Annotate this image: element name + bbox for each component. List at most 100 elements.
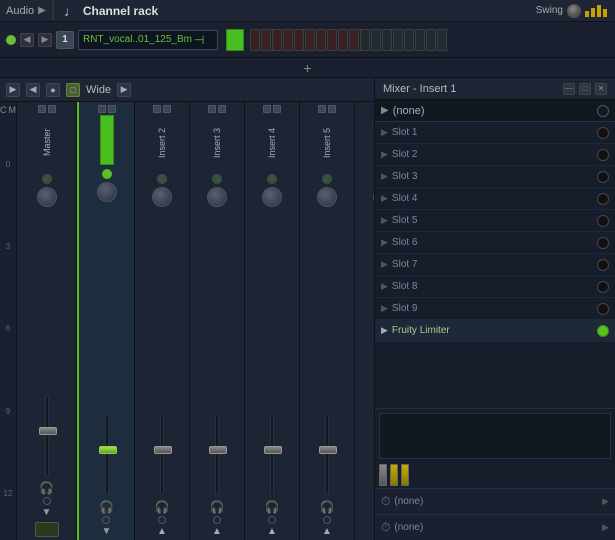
slot-6[interactable]: ▶ Slot 6 (375, 232, 615, 254)
strip-knob[interactable] (152, 187, 172, 207)
fader-handle[interactable] (209, 446, 227, 454)
pcell[interactable] (437, 29, 447, 51)
green-dot[interactable] (6, 35, 16, 45)
down-arrow-icon[interactable]: ▼ (42, 507, 52, 518)
m-btn[interactable] (218, 105, 226, 113)
slot-circle[interactable] (597, 303, 609, 315)
c-btn[interactable] (38, 105, 46, 113)
mini-fader-2[interactable] (390, 464, 398, 486)
send-btn[interactable] (102, 169, 112, 179)
arrow-btn[interactable]: ▶ (117, 83, 131, 97)
slot-circle[interactable] (597, 281, 609, 293)
slot-circle-active[interactable] (597, 325, 609, 337)
pcell[interactable] (349, 29, 359, 51)
small-circle[interactable] (102, 516, 110, 524)
fader-handle[interactable] (39, 427, 57, 435)
green-rect[interactable] (226, 29, 244, 51)
strip-knob[interactable] (317, 187, 337, 207)
strip-knob[interactable] (262, 187, 282, 207)
pcell[interactable] (327, 29, 337, 51)
channel-strip-insert6[interactable]: Insert 6 🎧 ▲ (355, 102, 374, 540)
fader-handle[interactable] (99, 446, 117, 454)
channel-strip-insert5[interactable]: Insert 5 🎧 ▲ (300, 102, 355, 540)
pcell[interactable] (404, 29, 414, 51)
up-arrow-icon[interactable]: ▲ (157, 526, 167, 537)
up-arrow-icon[interactable]: ▲ (322, 526, 332, 537)
headphone-icon[interactable]: 🎧 (155, 500, 170, 514)
headphone-icon[interactable]: 🎧 (320, 500, 335, 514)
headphone-off[interactable]: 🎧 (210, 500, 225, 514)
slot-circle[interactable] (597, 215, 609, 227)
track-name-box[interactable]: RNT_vocal..01_125_Bm ⊣ (78, 30, 218, 50)
small-circle[interactable] (323, 516, 331, 524)
slot-8[interactable]: ▶ Slot 8 (375, 276, 615, 298)
audio-arrow[interactable]: ▶ (38, 5, 46, 16)
channel-strip-insert4[interactable]: Insert 4 🎧 ▲ (245, 102, 300, 540)
c-btn[interactable] (208, 105, 216, 113)
link-btn[interactable]: □ (66, 83, 80, 97)
c-btn[interactable] (318, 105, 326, 113)
pcell[interactable] (305, 29, 315, 51)
minimize-btn[interactable]: — (563, 83, 575, 95)
small-circle[interactable] (43, 497, 51, 505)
strip-knob[interactable] (373, 187, 375, 207)
play-btn[interactable]: ▶ (6, 83, 20, 97)
channel-strip-insert3[interactable]: Insert 3 🎧 ▲ (190, 102, 245, 540)
slot-7[interactable]: ▶ Slot 7 (375, 254, 615, 276)
send-btn[interactable] (267, 174, 277, 184)
c-btn[interactable] (153, 105, 161, 113)
insert-circle[interactable] (597, 105, 609, 117)
mini-fader-3[interactable] (401, 464, 409, 486)
slot-circle[interactable] (597, 259, 609, 271)
pcell[interactable] (382, 29, 392, 51)
channel-strip-insert1[interactable]: 🎧 ▼ (77, 102, 135, 540)
prev-btn[interactable]: ◀ (26, 83, 40, 97)
strip-knob[interactable] (37, 187, 57, 207)
pcell[interactable] (338, 29, 348, 51)
up-arrow-icon[interactable]: ▲ (212, 526, 222, 537)
headphone-icon[interactable]: 🎧 (99, 500, 114, 514)
rec-btn[interactable]: ● (46, 83, 60, 97)
m-btn[interactable] (328, 105, 336, 113)
slot-fruity-limiter[interactable]: ▶ Fruity Limiter (375, 320, 615, 342)
pcell[interactable] (371, 29, 381, 51)
pcell[interactable] (360, 29, 370, 51)
small-circle[interactable] (158, 516, 166, 524)
send-btn[interactable] (42, 174, 52, 184)
send-btn[interactable] (157, 174, 167, 184)
headphone-icon[interactable]: 🎧 (39, 481, 54, 495)
pcell[interactable] (272, 29, 282, 51)
pcell[interactable] (316, 29, 326, 51)
slot-5[interactable]: ▶ Slot 5 (375, 210, 615, 232)
slot-1[interactable]: ▶ Slot 1 (375, 122, 615, 144)
fader-handle[interactable] (154, 446, 172, 454)
pcell[interactable] (250, 29, 260, 51)
pcell[interactable] (393, 29, 403, 51)
c-btn[interactable] (98, 105, 106, 113)
slot-circle[interactable] (597, 237, 609, 249)
slot-circle[interactable] (597, 193, 609, 205)
slot-4[interactable]: ▶ Slot 4 (375, 188, 615, 210)
send-btn[interactable] (322, 174, 332, 184)
mini-fader-1[interactable] (379, 464, 387, 486)
small-circle[interactable] (213, 516, 221, 524)
slot-circle[interactable] (597, 149, 609, 161)
footer-arrow-2[interactable]: ▶ (602, 522, 609, 533)
down-arrow-icon[interactable]: ▼ (102, 526, 112, 537)
headphone-off[interactable]: 🎧 (265, 500, 280, 514)
m-btn[interactable] (108, 105, 116, 113)
pcell[interactable] (294, 29, 304, 51)
channel-strip-master[interactable]: Master 🎧 ▼ (17, 102, 77, 540)
slot-3[interactable]: ▶ Slot 3 (375, 166, 615, 188)
close-btn[interactable]: ✕ (595, 83, 607, 95)
pcell[interactable] (426, 29, 436, 51)
m-btn[interactable] (48, 105, 56, 113)
send-btn[interactable] (212, 174, 222, 184)
small-circle[interactable] (268, 516, 276, 524)
channel-num[interactable]: 1 (56, 31, 74, 49)
slot-2[interactable]: ▶ Slot 2 (375, 144, 615, 166)
add-row[interactable]: + (0, 58, 615, 78)
footer-arrow[interactable]: ▶ (602, 496, 609, 507)
strip-knob[interactable] (207, 187, 227, 207)
m-btn[interactable] (163, 105, 171, 113)
